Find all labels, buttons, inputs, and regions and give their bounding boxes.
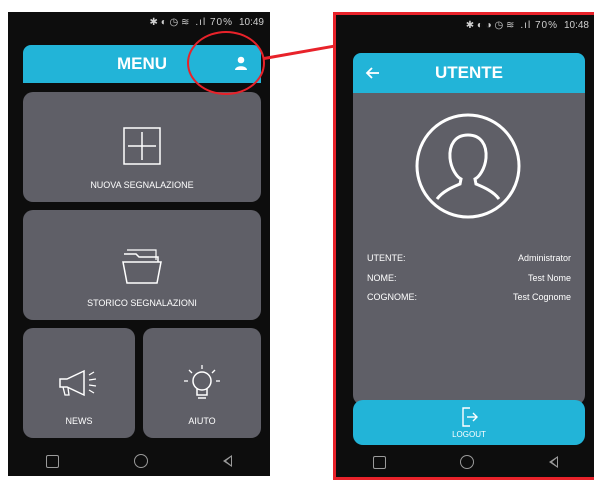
status-icons: ✱ ◐ ◑ ◷ ≋ xyxy=(465,19,515,31)
home-icon[interactable] xyxy=(460,455,475,469)
field-value: Test Cognome xyxy=(512,292,571,302)
back-arrow-icon[interactable] xyxy=(365,65,381,81)
highlight-circle xyxy=(187,31,265,95)
field-utente: UTENTE: Administrator xyxy=(367,253,571,263)
signal-battery: .ıl 70% xyxy=(195,16,233,28)
status-time: 10:49 xyxy=(238,16,264,28)
field-label: COGNOME: xyxy=(367,292,418,302)
folder-icon xyxy=(121,246,163,286)
page-title: UTENTE xyxy=(435,63,503,82)
recent-apps-icon[interactable] xyxy=(373,455,387,469)
tile-label: NEWS xyxy=(65,416,93,426)
avatar xyxy=(413,111,523,221)
user-header: UTENTE xyxy=(353,53,585,93)
recent-apps-icon[interactable] xyxy=(45,454,59,468)
back-icon[interactable] xyxy=(223,455,233,467)
user-info-panel: UTENTE: Administrator NOME: Test Nome CO… xyxy=(353,93,585,405)
field-label: NOME: xyxy=(367,273,397,283)
logout-label: LOGOUT xyxy=(452,430,486,439)
status-bar: ✱ ◐ ◷ ≋ .ıl 70% 10:49 xyxy=(8,12,270,32)
status-time: 10:48 xyxy=(563,19,589,31)
tile-label: STORICO SEGNALAZIONI xyxy=(87,298,197,308)
tile-label: AIUTO xyxy=(188,416,216,426)
system-nav-bar xyxy=(336,447,594,477)
tile-nuova-segnalazione[interactable]: NUOVA SEGNALAZIONE xyxy=(23,92,261,202)
status-icons: ✱ ◐ ◷ ≋ xyxy=(149,16,190,28)
system-nav-bar xyxy=(8,446,270,476)
tile-label: NUOVA SEGNALAZIONE xyxy=(90,180,194,190)
plus-box-icon xyxy=(122,126,162,166)
megaphone-icon xyxy=(56,368,102,398)
back-icon[interactable] xyxy=(548,456,558,468)
field-label: UTENTE: xyxy=(367,253,406,263)
status-bar: ✱ ◐ ◑ ◷ ≋ .ıl 70% 10:48 xyxy=(336,15,594,35)
tile-storico-segnalazioni[interactable]: STORICO SEGNALAZIONI xyxy=(23,210,261,320)
user-screen: ✱ ◐ ◑ ◷ ≋ .ıl 70% 10:48 UTENTE UTENTE: A… xyxy=(333,12,594,480)
logout-icon xyxy=(458,406,480,430)
field-value: Test Nome xyxy=(527,273,571,283)
page-title: MENU xyxy=(116,54,168,73)
tile-news[interactable]: NEWS xyxy=(23,328,135,438)
field-cognome: COGNOME: Test Cognome xyxy=(367,292,571,302)
field-value: Administrator xyxy=(517,253,571,263)
lightbulb-icon xyxy=(180,362,224,406)
callout-connector xyxy=(263,44,335,60)
signal-battery: .ıl 70% xyxy=(520,19,558,31)
field-nome: NOME: Test Nome xyxy=(367,273,571,283)
home-icon[interactable] xyxy=(133,454,148,468)
tile-aiuto[interactable]: AIUTO xyxy=(143,328,261,438)
logout-button[interactable]: LOGOUT xyxy=(353,400,585,445)
